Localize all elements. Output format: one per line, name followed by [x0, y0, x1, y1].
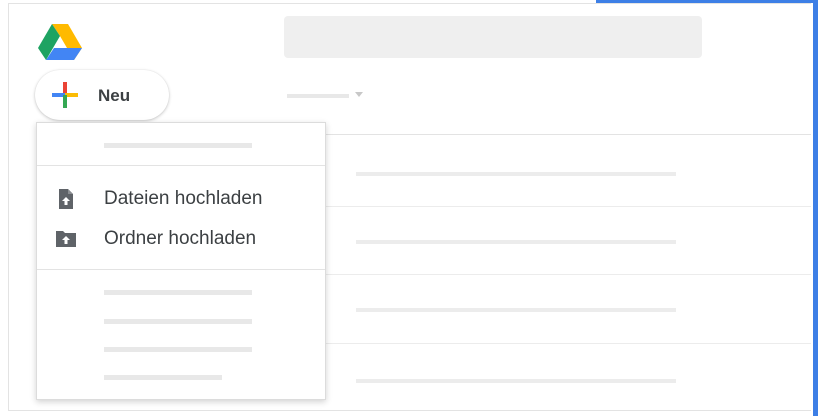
menu-item-label: Ordner hochladen — [104, 228, 257, 249]
menu-item-upload-files[interactable]: Dateien hochladen — [37, 180, 325, 218]
header-divider — [325, 134, 811, 135]
google-drive-logo-icon[interactable] — [38, 24, 82, 60]
file-row-placeholder[interactable] — [356, 240, 676, 244]
menu-item-placeholder[interactable] — [104, 290, 252, 295]
file-row-placeholder[interactable] — [356, 379, 676, 383]
search-bar[interactable] — [284, 16, 702, 58]
row-divider — [325, 206, 811, 207]
menu-item-placeholder[interactable] — [104, 375, 222, 380]
menu-item-placeholder[interactable] — [104, 143, 252, 148]
menu-item-placeholder[interactable] — [104, 319, 252, 324]
file-row-placeholder[interactable] — [356, 172, 676, 176]
caret-down-icon[interactable] — [355, 92, 363, 97]
menu-item-label: Dateien hochladen — [104, 188, 263, 209]
highlight-border-right — [813, 0, 818, 416]
folder-upload-icon — [56, 231, 76, 247]
menu-item-placeholder[interactable] — [104, 347, 252, 352]
row-divider — [325, 343, 811, 344]
file-row-placeholder[interactable] — [356, 308, 676, 312]
plus-icon — [52, 82, 78, 108]
drive-screenshot: Neu Dateien hochladen Ordner hochladen — [0, 0, 818, 416]
row-divider — [325, 274, 811, 275]
menu-item-upload-folder[interactable]: Ordner hochladen — [37, 220, 325, 258]
menu-divider — [37, 269, 325, 270]
new-button-label: Neu — [98, 86, 131, 105]
new-menu: Dateien hochladen Ordner hochladen — [36, 122, 326, 400]
menu-divider — [37, 165, 325, 166]
file-upload-icon — [59, 189, 73, 209]
highlight-border-top — [596, 0, 818, 3]
section-dropdown-placeholder[interactable] — [287, 94, 349, 98]
new-button[interactable]: Neu — [35, 70, 169, 120]
